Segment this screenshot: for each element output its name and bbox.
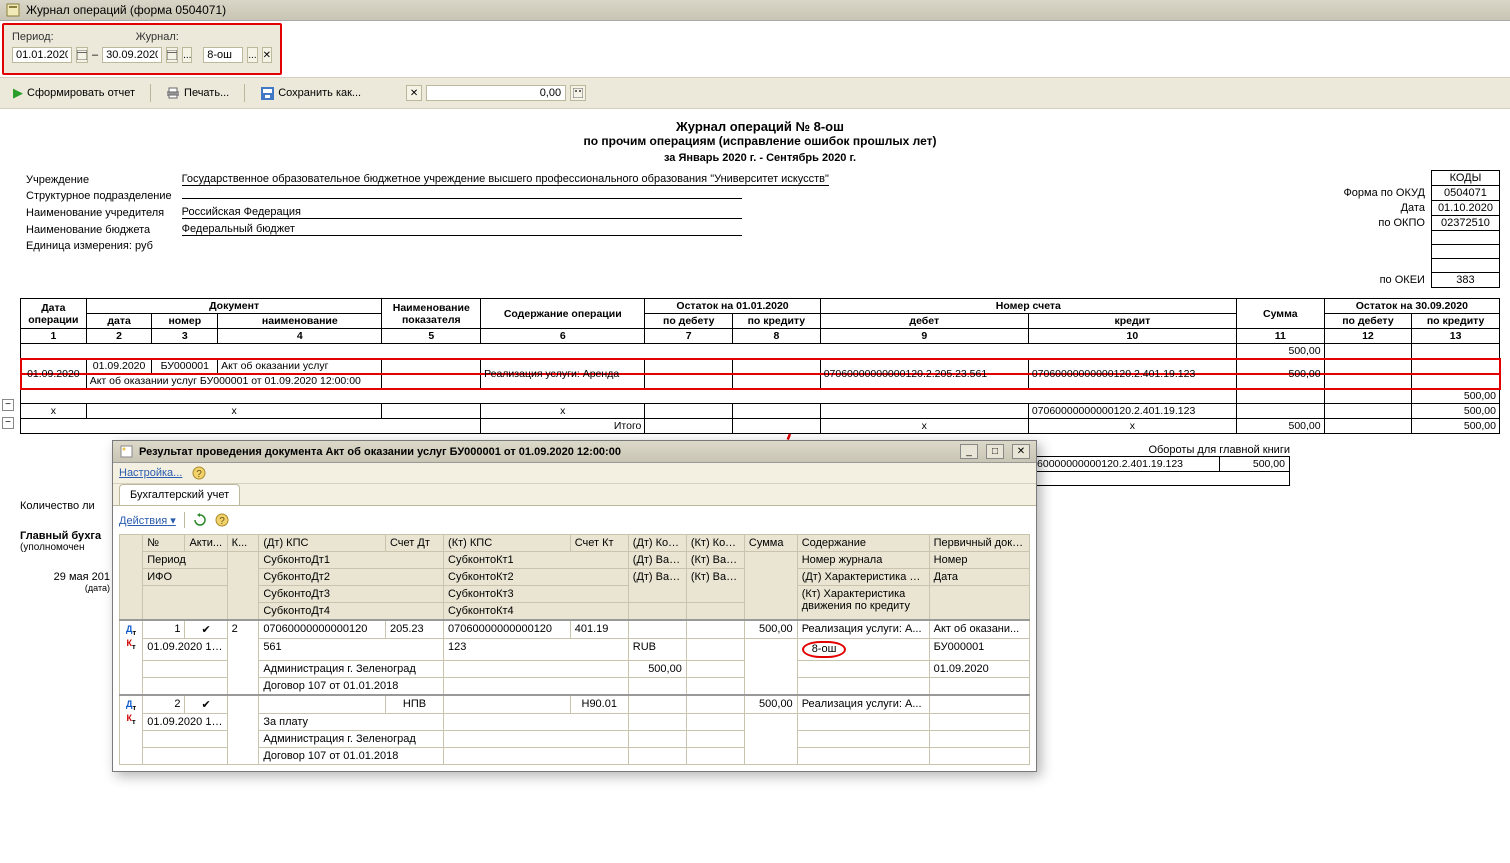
refresh-icon[interactable] xyxy=(193,513,207,527)
posting-row[interactable]: ДтКт 2 ✔ НПВ Н90.01 500,00 Реализация ус… xyxy=(120,695,1030,714)
print-button[interactable]: Печать... xyxy=(159,83,236,103)
save-icon xyxy=(260,86,274,100)
calendar-icon[interactable] xyxy=(166,47,178,63)
date-sep: – xyxy=(92,49,98,61)
settings-link[interactable]: Настройка... xyxy=(119,467,182,479)
window-titlebar: Журнал операций (форма 0504071) xyxy=(0,0,1510,21)
table-row: 500,00 xyxy=(21,389,1500,404)
posting-result-window: Результат проведения документа Акт об ок… xyxy=(112,440,1037,772)
budget-label: Наименование бюджета xyxy=(22,222,176,237)
date-to-input[interactable] xyxy=(102,47,162,63)
subdiv-label: Структурное подразделение xyxy=(22,189,176,203)
popup-title-text: Результат проведения документа Акт об ок… xyxy=(139,446,621,458)
journal-label: Журнал: xyxy=(136,31,179,43)
close-button[interactable]: ✕ xyxy=(1012,444,1030,459)
inst-value: Государственное образовательное бюджетно… xyxy=(182,173,829,186)
postings-grid[interactable]: № Акти... К... (Дт) КПС Счет Дт (Кт) КПС… xyxy=(119,534,1030,765)
amount-field[interactable]: 0,00 xyxy=(426,85,566,101)
popup-titlebar: Результат проведения документа Акт об ок… xyxy=(113,441,1036,463)
dk-icon: ДтКт xyxy=(126,624,136,648)
svg-text:?: ? xyxy=(197,469,203,480)
founder-label: Наименование учредителя xyxy=(22,205,176,220)
maximize-button[interactable]: □ xyxy=(986,444,1004,459)
report-title: Журнал операций № 8-ош xyxy=(20,119,1500,134)
journal-input[interactable] xyxy=(203,47,243,63)
founder-value: Российская Федерация xyxy=(182,206,742,219)
document-icon xyxy=(119,445,133,459)
journal-select-button[interactable]: ... xyxy=(247,47,257,63)
amount-clear-button[interactable]: ✕ xyxy=(406,85,422,101)
dk-icon: ДтКт xyxy=(126,699,136,723)
generate-report-button[interactable]: ▶ Сформировать отчет xyxy=(6,82,142,104)
help-icon[interactable]: ? xyxy=(215,513,229,527)
tab-accounting[interactable]: Бухгалтерский учет xyxy=(119,484,240,505)
subdiv-value xyxy=(182,198,742,199)
report-period: за Январь 2020 г. - Сентябрь 2020 г. xyxy=(20,152,1500,164)
calendar-icon[interactable] xyxy=(76,47,88,63)
app-icon xyxy=(6,3,20,17)
minimize-button[interactable]: _ xyxy=(960,444,978,459)
printer-icon xyxy=(166,86,180,100)
report-toolbar: ▶ Сформировать отчет Печать... Сохранить… xyxy=(0,77,1510,109)
tree-collapse-button[interactable]: − xyxy=(2,417,14,429)
codes-block: КОДЫ Форма по ОКУД0504071 Дата01.10.2020… xyxy=(1337,170,1500,288)
footer-date-sub: (дата) xyxy=(20,583,110,593)
svg-text:?: ? xyxy=(219,516,225,527)
period-select-button[interactable]: ... xyxy=(182,47,192,63)
date-from-input[interactable] xyxy=(12,47,72,63)
footer-date: 29 мая 201 xyxy=(20,571,110,583)
period-label: Период: xyxy=(12,31,54,43)
report-subtitle: по прочим операциям (исправление ошибок … xyxy=(20,134,1500,148)
operations-table: Дата операции Документ Наименование пока… xyxy=(20,298,1500,434)
calc-icon[interactable] xyxy=(570,85,586,101)
table-row: x x x 07060000000000120.2.401.19.123 500… xyxy=(21,404,1500,419)
budget-value: Федеральный бюджет xyxy=(182,223,742,236)
tree-collapse-button[interactable]: − xyxy=(2,399,14,411)
table-row: 500,00 xyxy=(21,344,1500,359)
unit-label: Единица измерения: руб xyxy=(22,239,833,253)
inst-label: Учреждение xyxy=(22,172,176,187)
journal-highlight: 8-ош xyxy=(802,641,847,658)
table-row-highlighted[interactable]: 01.09.2020 01.09.2020 БУ000001 Акт об ок… xyxy=(21,359,1500,374)
save-as-button[interactable]: Сохранить как... xyxy=(253,83,368,103)
actions-menu[interactable]: Действия ▾ xyxy=(119,514,176,527)
filter-panel: Период: Журнал: – ... ... ✕ xyxy=(2,23,282,75)
window-title: Журнал операций (форма 0504071) xyxy=(26,3,226,17)
play-icon: ▶ xyxy=(13,85,23,101)
table-row-total: Итого x x 500,00 500,00 xyxy=(21,419,1500,434)
help-icon[interactable]: ? xyxy=(192,466,206,480)
journal-clear-button[interactable]: ✕ xyxy=(262,47,272,63)
posting-row[interactable]: ДтКт 1 ✔ 2 07060000000000120 205.23 0706… xyxy=(120,620,1030,639)
